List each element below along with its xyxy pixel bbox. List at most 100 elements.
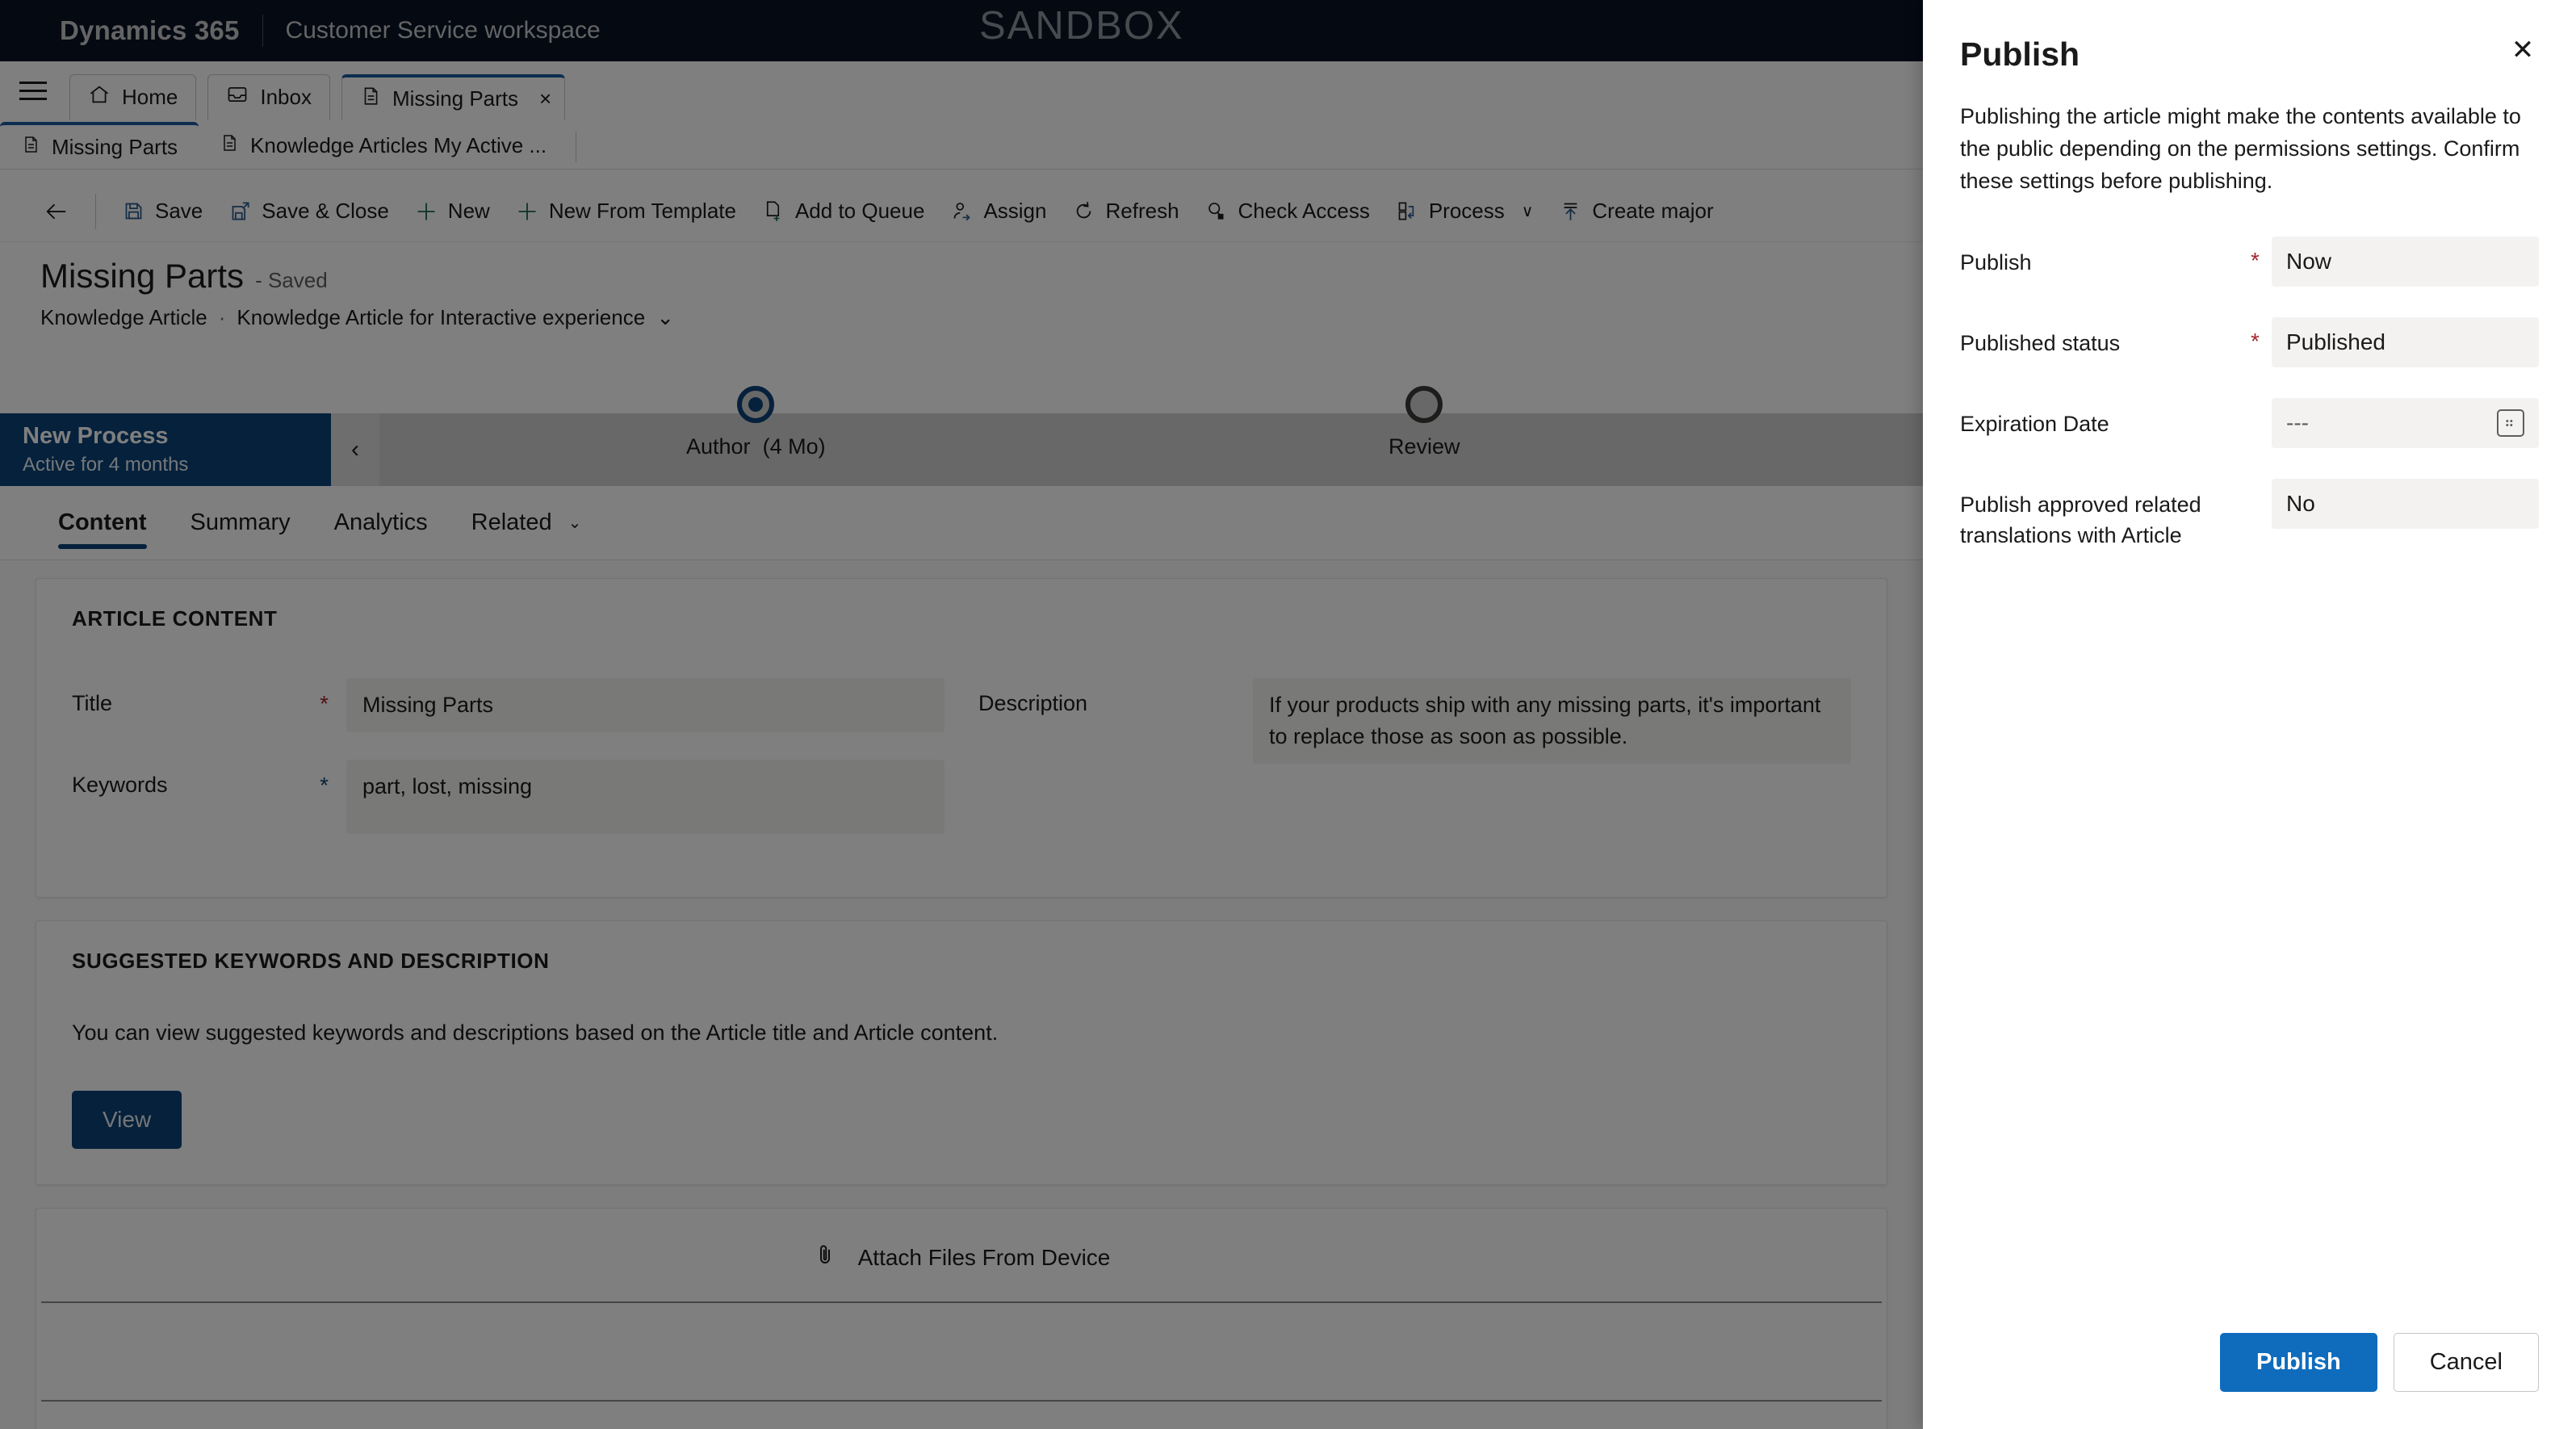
published-status-select[interactable]: Published: [2272, 316, 2539, 367]
publish-button[interactable]: Publish: [2219, 1333, 2377, 1392]
inbox-icon: [226, 83, 249, 111]
stage-label: Review: [1389, 434, 1460, 459]
tab-content[interactable]: Content: [40, 486, 165, 560]
field-label: Keywords *: [72, 773, 329, 798]
save-button[interactable]: Save: [109, 186, 216, 237]
related-translations-select[interactable]: No: [2272, 478, 2539, 529]
save-state-label: - Saved: [255, 268, 328, 292]
command-label: Add to Queue: [794, 199, 925, 223]
publish-field-published-status: Published status * Published: [1960, 316, 2539, 367]
publish-panel-footer: Publish Cancel: [1923, 1333, 2576, 1429]
assign-button[interactable]: Assign: [937, 186, 1059, 237]
session-tab-inbox[interactable]: Inbox: [207, 74, 330, 119]
site-map-menu-button[interactable]: [8, 61, 58, 119]
page-title: Missing Parts: [40, 257, 245, 295]
article-icon: [360, 85, 381, 113]
publish-panel-description: Publishing the article might make the co…: [1960, 104, 2521, 193]
article-icon: [220, 132, 239, 159]
add-to-queue-button[interactable]: Add to Queue: [749, 186, 937, 237]
publish-panel: Publish ✕ Publishing the article might m…: [1923, 0, 2576, 1429]
refresh-button[interactable]: Refresh: [1059, 186, 1192, 237]
session-tab-missing-parts[interactable]: Missing Parts ×: [341, 74, 566, 119]
brand-logo[interactable]: Dynamics 365: [60, 15, 240, 46]
refresh-icon: [1072, 200, 1095, 223]
required-indicator: *: [2251, 328, 2260, 354]
related-translations-value: No: [2286, 490, 2315, 516]
expiration-date-input[interactable]: ---: [2272, 397, 2539, 448]
tab-analytics[interactable]: Analytics: [316, 486, 446, 560]
save-and-close-button[interactable]: Save & Close: [216, 186, 402, 237]
publish-field-publish: Publish * Now: [1960, 236, 2539, 287]
required-spacer: [2251, 398, 2272, 409]
attachments-card: Attach Files From Device: [36, 1208, 1887, 1429]
command-label: New: [447, 199, 490, 223]
close-icon[interactable]: ×: [539, 86, 551, 111]
command-label: Create major: [1592, 199, 1714, 223]
article-content-left-column: Title * Missing Parts Keywords * part, l…: [72, 678, 945, 861]
process-button[interactable]: Process ∨: [1383, 186, 1547, 237]
page-tab-missing-parts[interactable]: Missing Parts: [0, 122, 199, 169]
field-label: Title *: [72, 691, 329, 716]
chevron-down-icon[interactable]: ⌄: [656, 305, 674, 330]
required-indicator: *: [320, 691, 329, 716]
process-icon: [1396, 200, 1418, 223]
new-from-template-button[interactable]: New From Template: [503, 186, 749, 237]
attach-files-label: Attach Files From Device: [857, 1244, 1111, 1270]
attachment-dropzone[interactable]: [36, 1303, 1887, 1400]
description-input[interactable]: If your products ship with any missing p…: [1253, 678, 1851, 765]
cancel-button[interactable]: Cancel: [2393, 1333, 2539, 1392]
check-access-button[interactable]: Check Access: [1192, 186, 1383, 237]
command-label: Save: [155, 199, 203, 223]
process-name-box[interactable]: New Process Active for 4 months: [0, 413, 331, 486]
required-spacer: [2251, 479, 2272, 490]
breadcrumb-form-name[interactable]: Knowledge Article for Interactive experi…: [237, 305, 645, 330]
command-label: Assign: [983, 199, 1047, 223]
tab-label: Analytics: [333, 509, 428, 535]
keywords-input[interactable]: part, lost, missing: [346, 760, 945, 835]
field-description: Description If your products ship with a…: [978, 678, 1851, 765]
back-arrow-icon[interactable]: [31, 186, 82, 237]
app-root: Dynamics 365 Customer Service workspace …: [0, 0, 2576, 1429]
create-major-version-button[interactable]: Create major: [1546, 186, 1726, 237]
tab-label: Content: [58, 509, 147, 535]
attach-files-row[interactable]: Attach Files From Device: [36, 1209, 1887, 1301]
article-content-grid: Title * Missing Parts Keywords * part, l…: [72, 678, 1851, 861]
suggested-keywords-card: SUGGESTED KEYWORDS AND DESCRIPTION You c…: [36, 920, 1887, 1186]
article-icon: [21, 134, 40, 161]
field-label: Published status: [1960, 330, 2121, 355]
publish-field-related-translations: Publish approved related translations wi…: [1960, 478, 2539, 551]
new-button[interactable]: New: [402, 186, 503, 237]
close-icon[interactable]: ✕: [2500, 27, 2545, 73]
title-input[interactable]: Missing Parts: [346, 678, 945, 733]
calendar-icon[interactable]: [2497, 409, 2524, 437]
article-content-right-column: Description If your products ship with a…: [978, 678, 1851, 861]
section-title: ARTICLE CONTENT: [72, 606, 278, 631]
published-status-value: Published: [2286, 329, 2385, 354]
plus-icon: [516, 200, 538, 223]
session-tab-label: Home: [122, 85, 178, 109]
article-content-card: ARTICLE CONTENT Title * Missing Parts Ke…: [36, 578, 1887, 899]
process-stage-author[interactable]: Author (4 Mo): [686, 386, 826, 459]
chevron-down-icon[interactable]: ∨: [1522, 201, 1534, 221]
field-keywords: Keywords * part, lost, missing: [72, 760, 945, 835]
process-collapse-button[interactable]: ‹: [331, 413, 379, 486]
app-name-label: Customer Service workspace: [285, 17, 601, 44]
chevron-down-icon[interactable]: ⌄: [568, 513, 582, 533]
page-tab-label: Knowledge Articles My Active ...: [250, 132, 547, 157]
publish-field-expiration-date: Expiration Date ---: [1960, 397, 2539, 448]
field-label: Expiration Date: [1960, 411, 2109, 436]
publish-select[interactable]: Now: [2272, 236, 2539, 287]
tab-related[interactable]: Related ⌄: [454, 486, 600, 560]
command-label: Process: [1428, 199, 1505, 223]
view-button[interactable]: View: [72, 1091, 182, 1150]
page-tab-knowledge-articles[interactable]: Knowledge Articles My Active ...: [199, 122, 568, 169]
session-tab-home[interactable]: Home: [69, 74, 197, 119]
tab-summary[interactable]: Summary: [173, 486, 308, 560]
process-name: New Process: [23, 423, 169, 450]
save-close-icon: [228, 200, 251, 223]
stage-inactive-icon: [1405, 386, 1443, 423]
process-stage-review[interactable]: Review: [1389, 386, 1460, 459]
command-label: Save & Close: [262, 199, 389, 223]
field-label: Publish approved related translations wi…: [1960, 492, 2201, 547]
process-stage-track: Author (4 Mo) Review: [379, 386, 1923, 486]
